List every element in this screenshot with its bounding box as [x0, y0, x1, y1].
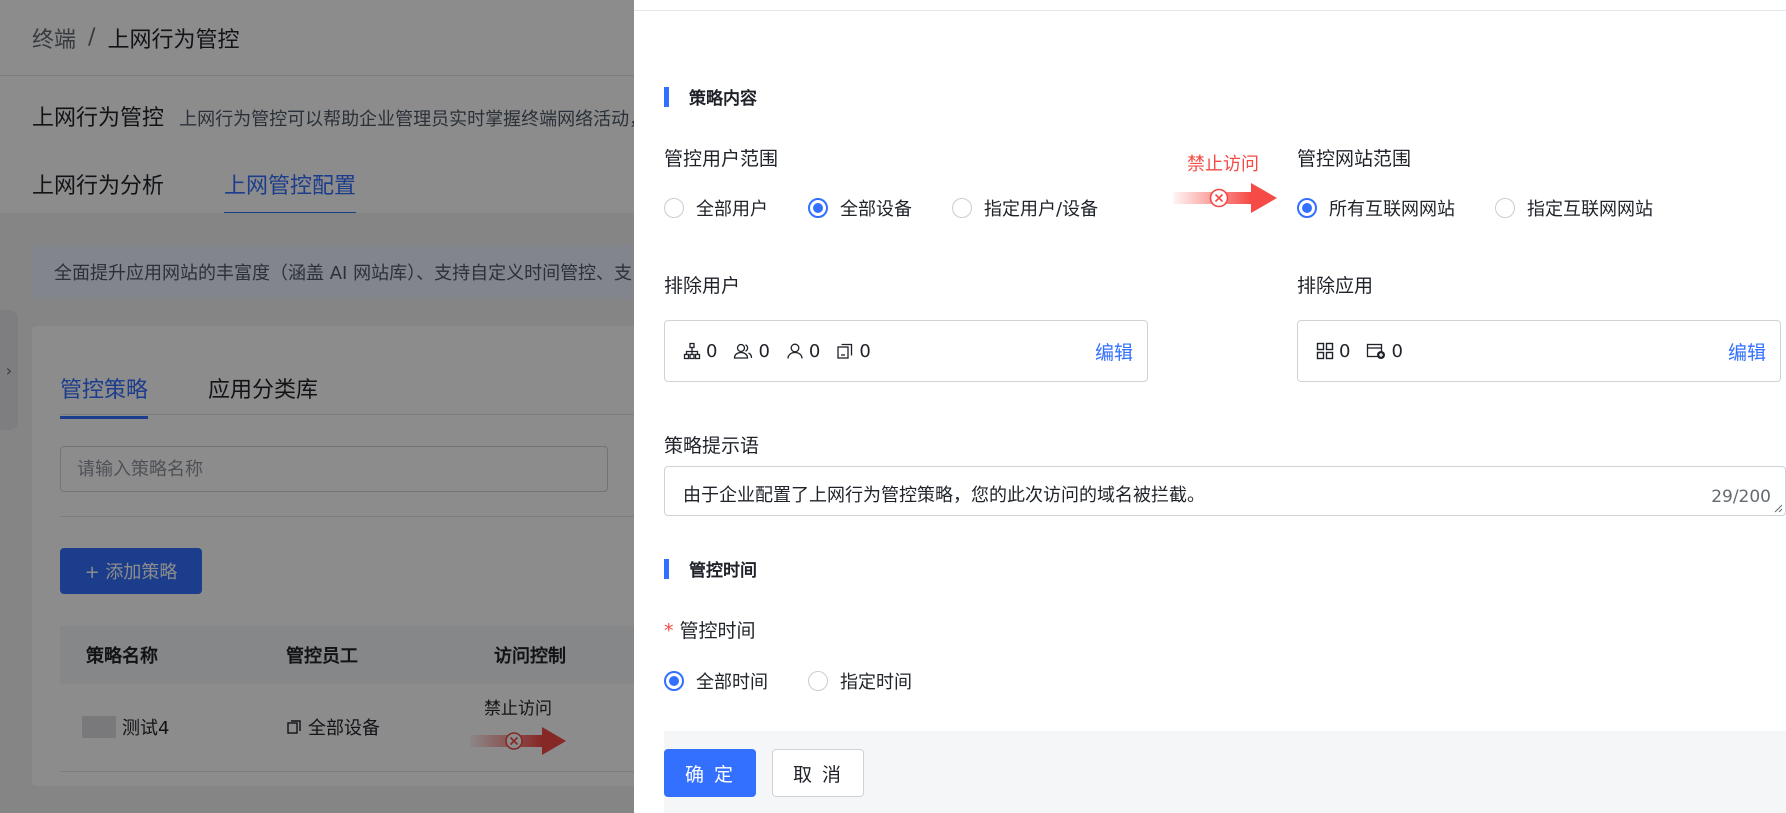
- radio-all-users[interactable]: 全部用户: [664, 195, 768, 221]
- device-count: 0: [836, 340, 871, 362]
- user-scope-label: 管控用户范围: [664, 148, 779, 170]
- count-value: 0: [808, 340, 821, 362]
- drawer-header-divider: [634, 10, 1786, 11]
- radio-label: 全部用户: [696, 199, 768, 220]
- group-count: 0: [733, 340, 770, 362]
- user-scope-radio-group: 全部用户 全部设备 指定用户/设备: [664, 195, 1138, 221]
- user-icon: [787, 343, 803, 359]
- edit-exclude-users-link[interactable]: 编辑: [1095, 338, 1133, 365]
- radio-circle-checked: [664, 671, 684, 691]
- count-value: 0: [1391, 340, 1403, 362]
- policy-prompt-textarea[interactable]: 由于企业配置了上网行为管控策略，您的此次访问的域名被拦截。 29/200: [664, 466, 1786, 516]
- exclude-apps-box: 0 0 编辑: [1297, 320, 1781, 382]
- radio-circle: [1495, 198, 1515, 218]
- count-value: 0: [859, 340, 871, 362]
- control-time-label-text: 管控时间: [679, 620, 756, 642]
- radio-label: 指定时间: [840, 672, 912, 693]
- website-add-icon: [1367, 343, 1386, 359]
- radio-all-devices[interactable]: 全部设备: [808, 195, 912, 221]
- radio-all-internet-sites[interactable]: 所有互联网网站: [1297, 195, 1455, 221]
- cancel-button[interactable]: 取 消: [772, 749, 864, 797]
- count-value: 0: [758, 340, 770, 362]
- user-count: 0: [786, 341, 820, 362]
- app-count: 0: [1316, 341, 1350, 362]
- drawer-footer: 确 定 取 消: [664, 731, 1786, 813]
- site-scope-label: 管控网站范围: [1297, 148, 1412, 170]
- confirm-button[interactable]: 确 定: [664, 749, 756, 797]
- radio-label: 全部设备: [840, 199, 912, 220]
- edit-exclude-apps-link[interactable]: 编辑: [1728, 338, 1766, 365]
- exclude-users-label: 排除用户: [664, 275, 741, 297]
- radio-circle: [952, 198, 972, 218]
- access-label: 禁止访问: [1187, 154, 1259, 175]
- radio-circle-checked: [808, 198, 828, 218]
- section-title-time: 管控时间: [664, 556, 757, 581]
- policy-prompt-label: 策略提示语: [664, 435, 760, 457]
- section-title-content: 策略内容: [664, 84, 757, 109]
- access-indicator: 禁止访问: [1173, 150, 1277, 214]
- site-scope-radio-group: 所有互联网网站 指定互联网网站: [1297, 195, 1693, 221]
- org-tree-icon: [683, 342, 701, 360]
- radio-circle: [664, 198, 684, 218]
- device-icon: [837, 343, 853, 359]
- policy-prompt-value: 由于企业配置了上网行为管控策略，您的此次访问的域名被拦截。: [683, 485, 1205, 506]
- user-group-icon: [734, 343, 753, 359]
- website-count: 0: [1366, 340, 1403, 362]
- radio-specified-users-devices[interactable]: 指定用户/设备: [952, 195, 1098, 221]
- radio-circle: [808, 671, 828, 691]
- policy-drawer: 策略内容 管控用户范围 全部用户 全部设备 指定用户/设备 禁止访问 管控网站范…: [634, 0, 1786, 813]
- required-mark: *: [664, 620, 674, 642]
- radio-specified-internet-sites[interactable]: 指定互联网网站: [1495, 195, 1653, 221]
- radio-all-time[interactable]: 全部时间: [664, 668, 768, 694]
- control-time-label: * 管控时间: [664, 616, 756, 643]
- block-arrow-icon: [1173, 183, 1277, 213]
- app-grid-icon: [1316, 342, 1334, 360]
- control-time-radio-group: 全部时间 指定时间: [664, 668, 952, 694]
- count-value: 0: [706, 340, 718, 362]
- radio-specified-time[interactable]: 指定时间: [808, 668, 912, 694]
- exclude-users-box: 0 0 0 0 编辑: [664, 320, 1148, 382]
- exclude-apps-label: 排除应用: [1297, 275, 1374, 297]
- radio-label: 全部时间: [696, 672, 768, 693]
- count-value: 0: [1339, 340, 1351, 362]
- radio-label: 指定互联网网站: [1527, 199, 1653, 220]
- radio-label: 所有互联网网站: [1329, 199, 1455, 220]
- resize-handle-icon[interactable]: [1773, 503, 1783, 513]
- character-counter: 29/200: [1711, 487, 1771, 507]
- org-count: 0: [683, 341, 717, 362]
- radio-label: 指定用户/设备: [984, 199, 1099, 220]
- radio-circle-checked: [1297, 198, 1317, 218]
